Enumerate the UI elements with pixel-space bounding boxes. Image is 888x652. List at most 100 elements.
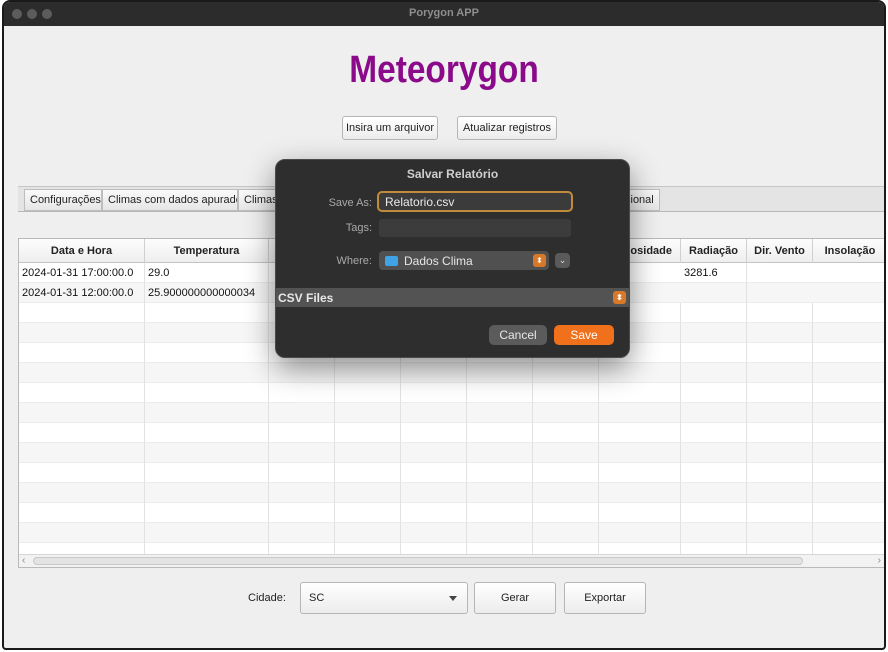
- column-divider: [334, 403, 335, 423]
- column-divider: [746, 463, 747, 483]
- column-divider: [680, 363, 681, 383]
- column-divider: [680, 503, 681, 523]
- column-divider: [466, 463, 467, 483]
- empty-table-row: [19, 503, 884, 523]
- file-format-select[interactable]: CSV Files ⬍: [276, 288, 629, 307]
- where-value: Dados Clima: [404, 253, 473, 268]
- tags-label: Tags:: [345, 222, 372, 234]
- save-as-value: Relatorio.csv: [385, 194, 455, 209]
- column-divider: [532, 403, 533, 423]
- column-divider: [334, 483, 335, 503]
- column-divider: [268, 503, 269, 523]
- insert-file-button[interactable]: Insira um arquivor: [342, 116, 438, 140]
- column-divider: [268, 343, 269, 363]
- column-divider: [400, 383, 401, 403]
- export-button[interactable]: Exportar: [564, 582, 646, 614]
- column-divider: [334, 383, 335, 403]
- column-divider: [400, 423, 401, 443]
- column-divider: [400, 403, 401, 423]
- window-title: Porygon APP: [409, 7, 479, 19]
- column-divider: [466, 483, 467, 503]
- cell-datetime: 2024-01-31 17:00:00.0: [19, 263, 145, 283]
- column-divider: [532, 363, 533, 383]
- title-bar: Porygon APP: [4, 2, 884, 26]
- column-divider: [268, 443, 269, 463]
- column-divider: [746, 443, 747, 463]
- save-dialog: Salvar Relatório Save As: Relatorio.csv …: [275, 159, 630, 358]
- column-divider: [466, 383, 467, 403]
- cell-radiation: [681, 283, 747, 303]
- tab-climas-apurados[interactable]: Climas com dados apurados: [102, 189, 238, 211]
- generate-button[interactable]: Gerar: [474, 582, 556, 614]
- column-divider: [334, 363, 335, 383]
- column-divider: [466, 523, 467, 543]
- column-divider: [268, 323, 269, 343]
- column-divider: [334, 423, 335, 443]
- column-header[interactable]: Radiação: [681, 239, 747, 263]
- scroll-left-icon[interactable]: ‹: [22, 555, 25, 566]
- column-divider: [144, 503, 145, 523]
- up-down-chevron-icon: ⬍: [533, 254, 546, 267]
- column-divider: [144, 383, 145, 403]
- column-divider: [400, 523, 401, 543]
- column-header[interactable]: Dir. Vento: [747, 239, 813, 263]
- cancel-button[interactable]: Cancel: [489, 325, 547, 345]
- column-divider: [812, 363, 813, 383]
- save-button[interactable]: Save: [554, 325, 614, 345]
- where-select[interactable]: Dados Clima ⬍: [379, 251, 549, 270]
- empty-table-row: [19, 463, 884, 483]
- column-divider: [466, 403, 467, 423]
- dialog-title: Salvar Relatório: [406, 167, 499, 181]
- column-divider: [532, 523, 533, 543]
- column-header[interactable]: Data e Hora: [19, 239, 145, 263]
- column-divider: [144, 483, 145, 503]
- column-divider: [680, 483, 681, 503]
- column-divider: [400, 463, 401, 483]
- cell-temperature: 29.0: [145, 263, 269, 283]
- column-divider: [334, 523, 335, 543]
- column-header[interactable]: Insolação: [813, 239, 884, 263]
- horizontal-scrollbar[interactable]: ‹ ›: [19, 554, 884, 567]
- column-divider: [532, 483, 533, 503]
- column-divider: [466, 363, 467, 383]
- column-divider: [746, 383, 747, 403]
- scrollbar-thumb[interactable]: [33, 557, 803, 565]
- scroll-right-icon[interactable]: ›: [878, 555, 881, 566]
- column-divider: [532, 443, 533, 463]
- save-as-label: Save As:: [328, 197, 372, 209]
- column-divider: [400, 503, 401, 523]
- column-divider: [144, 403, 145, 423]
- column-divider: [598, 503, 599, 523]
- column-divider: [466, 423, 467, 443]
- empty-table-row: [19, 523, 884, 543]
- column-divider: [532, 383, 533, 403]
- column-divider: [144, 463, 145, 483]
- column-divider: [812, 423, 813, 443]
- column-divider: [812, 343, 813, 363]
- column-divider: [680, 463, 681, 483]
- tags-input[interactable]: [379, 219, 571, 237]
- column-divider: [400, 483, 401, 503]
- column-divider: [334, 443, 335, 463]
- expand-dialog-button[interactable]: ⌄: [555, 253, 570, 268]
- column-divider: [746, 423, 747, 443]
- column-divider: [680, 383, 681, 403]
- column-divider: [746, 403, 747, 423]
- column-divider: [812, 503, 813, 523]
- column-divider: [532, 463, 533, 483]
- save-as-input[interactable]: Relatorio.csv: [377, 191, 573, 212]
- column-divider: [466, 443, 467, 463]
- refresh-records-button[interactable]: Atualizar registros: [457, 116, 557, 140]
- column-divider: [400, 363, 401, 383]
- column-divider: [144, 443, 145, 463]
- empty-table-row: [19, 383, 884, 403]
- column-header[interactable]: Temperatura: [145, 239, 269, 263]
- column-divider: [812, 463, 813, 483]
- cell-radiation: 3281.6: [681, 263, 747, 283]
- column-divider: [812, 323, 813, 343]
- column-divider: [812, 403, 813, 423]
- tab-configuracoes[interactable]: Configurações: [24, 189, 102, 211]
- column-divider: [598, 383, 599, 403]
- column-divider: [268, 363, 269, 383]
- city-select[interactable]: SC: [300, 582, 468, 614]
